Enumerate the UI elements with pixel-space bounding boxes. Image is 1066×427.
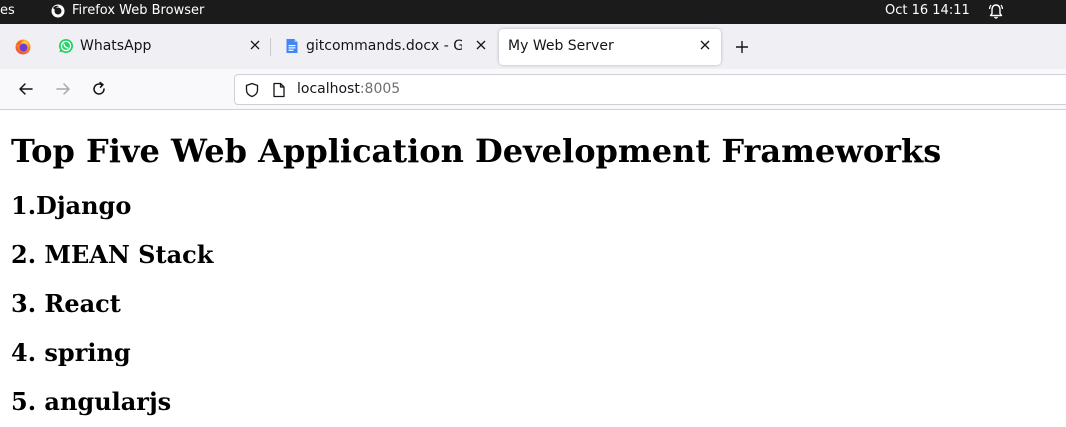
forward-arrow-icon[interactable] <box>54 80 72 98</box>
framework-item: 1.Django <box>11 191 132 220</box>
clock[interactable]: Oct 16 14:11 <box>885 3 970 18</box>
framework-item: 3. React <box>11 289 121 318</box>
tab-label: My Web Server <box>508 38 614 54</box>
tab-gitcommands[interactable]: gitcommands.docx - Goo <box>272 29 496 65</box>
url-host: localhost <box>297 81 360 97</box>
bell-icon[interactable] <box>988 3 1004 20</box>
page-info-icon[interactable] <box>272 82 286 98</box>
firefox-icon <box>51 4 65 18</box>
firefox-logo-icon <box>15 39 31 55</box>
back-arrow-icon[interactable] <box>17 80 35 98</box>
tracking-protection-shield-icon[interactable] <box>244 82 260 98</box>
url-text[interactable]: localhost:8005 <box>297 81 400 97</box>
reload-icon[interactable] <box>90 80 108 98</box>
google-docs-icon <box>284 38 300 54</box>
framework-item: 4. spring <box>11 338 131 367</box>
url-bar[interactable]: localhost:8005 <box>234 74 1066 105</box>
close-tab-icon[interactable] <box>246 36 264 54</box>
app-menu[interactable]: Firefox Web Browser <box>72 3 204 18</box>
firefox-view-button[interactable] <box>0 24 46 69</box>
navigation-toolbar: localhost:8005 <box>0 69 1066 110</box>
tab-whatsapp[interactable]: WhatsApp <box>46 29 270 65</box>
tab-strip: WhatsApp gitcommands.docx - Goo My Web S… <box>0 24 1066 69</box>
page-content: Top Five Web Application Development Fra… <box>0 111 1066 427</box>
new-tab-plus-icon[interactable] <box>733 38 751 56</box>
close-tab-icon[interactable] <box>472 36 490 54</box>
tab-my-web-server[interactable]: My Web Server <box>499 29 721 65</box>
url-port: :8005 <box>359 81 401 97</box>
close-tab-icon[interactable] <box>696 36 714 54</box>
tab-label: WhatsApp <box>80 38 152 54</box>
framework-item: 5. angularjs <box>11 387 172 416</box>
activities-button[interactable]: es <box>0 3 15 18</box>
whatsapp-icon <box>58 38 74 54</box>
tab-label: gitcommands.docx - Goo <box>306 38 462 54</box>
system-top-bar: es Firefox Web Browser Oct 16 14:11 <box>0 0 1066 24</box>
framework-item: 2. MEAN Stack <box>11 240 214 269</box>
tab-separator <box>270 38 271 56</box>
page-heading: Top Five Web Application Development Fra… <box>11 132 942 170</box>
